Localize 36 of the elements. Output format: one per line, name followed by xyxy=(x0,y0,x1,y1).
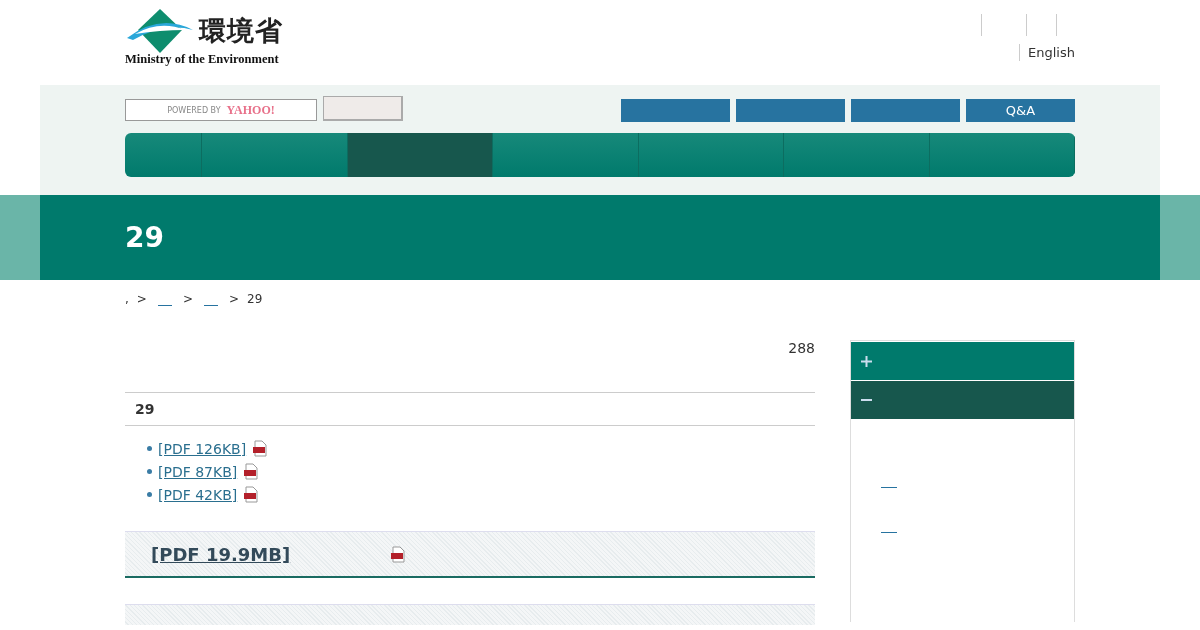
section-heading: 29 xyxy=(125,392,815,426)
page-title: 29 xyxy=(125,221,164,254)
plus-icon xyxy=(861,355,872,367)
featured-pdf-link[interactable]: [PDF 19.9MB] xyxy=(145,543,377,565)
bullet-icon xyxy=(147,492,152,497)
search-field[interactable]: POWERED BY YAHOO! xyxy=(125,99,317,121)
pdf-file-icon xyxy=(243,463,260,480)
search-button[interactable] xyxy=(323,96,403,121)
breadcrumb-text: 29 xyxy=(247,292,263,306)
powered-by-label: POWERED BY xyxy=(167,105,221,115)
bullet-icon xyxy=(147,446,152,451)
quick-link-button[interactable] xyxy=(851,99,960,122)
breadcrumb-separator: > xyxy=(182,292,193,306)
minus-icon xyxy=(861,399,872,401)
language-link[interactable]: English xyxy=(1019,44,1075,61)
pdf-link[interactable]: [PDF 126KB] xyxy=(158,440,247,457)
pdf-link[interactable]: [PDF 87KB] xyxy=(158,463,238,480)
item-count: 288 xyxy=(788,340,815,356)
pdf-link[interactable]: [PDF 42KB] xyxy=(158,486,238,503)
pdf-file-icon xyxy=(252,440,269,457)
breadcrumb-separator: > xyxy=(228,292,239,306)
pdf-file-icon xyxy=(390,545,407,563)
qa-button[interactable]: Q&A xyxy=(966,99,1075,122)
logo-name: 環境省 xyxy=(199,14,283,48)
nav-tab[interactable] xyxy=(347,133,493,177)
accordion-header[interactable] xyxy=(851,381,1074,419)
quick-link-button[interactable] xyxy=(736,99,845,122)
pdf-file-icon xyxy=(243,486,260,503)
logo-subtitle: Ministry of the Environment xyxy=(125,52,280,67)
logo-icon xyxy=(125,8,195,54)
brand-label: YAHOO! xyxy=(226,104,275,116)
breadcrumb-text: , xyxy=(125,292,129,306)
bullet-icon xyxy=(147,469,152,474)
breadcrumb-separator: > xyxy=(136,292,147,306)
accordion-header[interactable] xyxy=(851,342,1074,380)
quick-link-button[interactable] xyxy=(621,99,730,122)
